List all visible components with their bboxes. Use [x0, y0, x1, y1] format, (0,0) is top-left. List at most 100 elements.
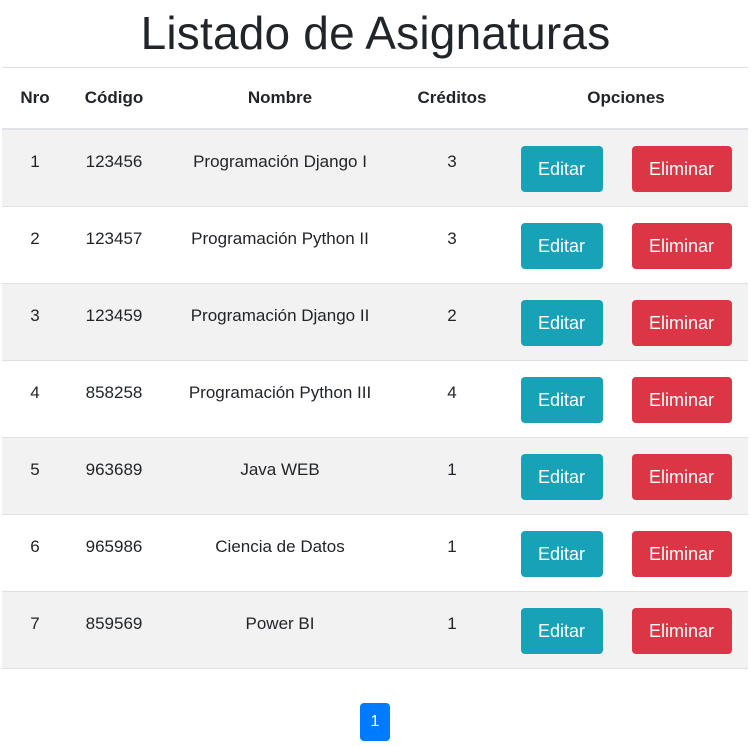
row-actions: Editar Eliminar: [504, 592, 748, 654]
pagination-page-1-button[interactable]: 1: [360, 703, 390, 741]
cell-nro: 5: [2, 437, 68, 515]
row-actions: Editar Eliminar: [504, 207, 748, 269]
creditos-value: 4: [447, 383, 457, 402]
row-actions: Editar Eliminar: [504, 284, 748, 346]
cell-creditos: 1: [400, 591, 504, 669]
cell-nombre: Programación Django II: [160, 283, 400, 361]
cell-nombre: Programación Python II: [160, 206, 400, 284]
delete-button[interactable]: Eliminar: [631, 377, 732, 423]
edit-button[interactable]: Editar: [520, 300, 603, 346]
creditos-value: 1: [447, 460, 457, 479]
cell-nro: 4: [2, 360, 68, 438]
delete-button[interactable]: Eliminar: [631, 608, 732, 654]
cell-creditos: 3: [400, 129, 504, 207]
codigo-value: 965986: [85, 537, 143, 556]
cell-opciones: Editar Eliminar: [504, 129, 748, 207]
cell-nro: 7: [2, 591, 68, 669]
cell-nombre: Java WEB: [160, 437, 400, 515]
cell-creditos: 1: [400, 514, 504, 592]
cell-nro: 6: [2, 514, 68, 592]
cell-codigo: 965986: [68, 514, 160, 592]
header-creditos: Créditos: [400, 67, 504, 130]
table-row: 5 963689 Java WEB 1 Editar Eliminar: [2, 437, 748, 515]
header-opciones: Opciones: [504, 67, 748, 130]
edit-button[interactable]: Editar: [520, 608, 603, 654]
subjects-table: Nro Código Nombre Créditos Opciones 1 12…: [2, 67, 748, 669]
cell-creditos: 2: [400, 283, 504, 361]
table-row: 3 123459 Programación Django II 2 Editar…: [2, 283, 748, 361]
row-actions: Editar Eliminar: [504, 515, 748, 577]
subjects-table-container: Nro Código Nombre Créditos Opciones 1 12…: [2, 67, 748, 669]
cell-creditos: 1: [400, 437, 504, 515]
table-header: Nro Código Nombre Créditos Opciones: [2, 67, 748, 130]
delete-button[interactable]: Eliminar: [631, 531, 732, 577]
delete-button[interactable]: Eliminar: [631, 300, 732, 346]
nombre-value: Programación Django II: [190, 306, 370, 325]
cell-nro: 1: [2, 129, 68, 207]
table-body: 1 123456 Programación Django I 3 Editar …: [2, 129, 748, 669]
codigo-value: 123457: [85, 229, 143, 248]
cell-codigo: 123457: [68, 206, 160, 284]
nombre-value: Power BI: [245, 614, 315, 633]
table-header-row: Nro Código Nombre Créditos Opciones: [2, 67, 748, 130]
nombre-value: Ciencia de Datos: [215, 537, 345, 556]
cell-nombre: Programación Python III: [160, 360, 400, 438]
nro-value: 1: [30, 152, 40, 171]
creditos-value: 1: [447, 614, 457, 633]
edit-button[interactable]: Editar: [520, 146, 603, 192]
cell-codigo: 123459: [68, 283, 160, 361]
codigo-value: 123459: [85, 306, 143, 325]
nro-value: 2: [30, 229, 40, 248]
nombre-value: Java WEB: [240, 460, 320, 479]
nombre-value: Programación Python II: [191, 229, 369, 248]
cell-opciones: Editar Eliminar: [504, 591, 748, 669]
row-actions: Editar Eliminar: [504, 361, 748, 423]
creditos-value: 3: [447, 229, 457, 248]
edit-button[interactable]: Editar: [520, 223, 603, 269]
delete-button[interactable]: Eliminar: [631, 146, 732, 192]
nro-value: 4: [30, 383, 40, 402]
nro-value: 7: [30, 614, 40, 633]
delete-button[interactable]: Eliminar: [631, 223, 732, 269]
edit-button[interactable]: Editar: [520, 454, 603, 500]
creditos-value: 1: [447, 537, 457, 556]
codigo-value: 859569: [85, 614, 143, 633]
table-row: 4 858258 Programación Python III 4 Edita…: [2, 360, 748, 438]
codigo-value: 123456: [85, 152, 143, 171]
cell-nro: 3: [2, 283, 68, 361]
table-row: 1 123456 Programación Django I 3 Editar …: [2, 129, 748, 207]
nombre-value: Programación Django I: [193, 152, 367, 171]
codigo-value: 858258: [85, 383, 143, 402]
edit-button[interactable]: Editar: [520, 531, 603, 577]
delete-button[interactable]: Eliminar: [631, 454, 732, 500]
header-nombre: Nombre: [160, 67, 400, 130]
nombre-value: Programación Python III: [188, 383, 372, 402]
header-codigo: Código: [68, 67, 160, 130]
nro-value: 6: [30, 537, 40, 556]
cell-opciones: Editar Eliminar: [504, 514, 748, 592]
cell-nro: 2: [2, 206, 68, 284]
page-title: Listado de Asignaturas: [140, 7, 611, 59]
row-actions: Editar Eliminar: [504, 130, 748, 192]
cell-codigo: 963689: [68, 437, 160, 515]
table-row: 7 859569 Power BI 1 Editar Eliminar: [2, 591, 748, 669]
cell-opciones: Editar Eliminar: [504, 283, 748, 361]
nro-value: 5: [30, 460, 40, 479]
creditos-value: 3: [447, 152, 457, 171]
cell-codigo: 123456: [68, 129, 160, 207]
cell-opciones: Editar Eliminar: [504, 437, 748, 515]
cell-codigo: 858258: [68, 360, 160, 438]
creditos-value: 2: [447, 306, 457, 325]
cell-nombre: Power BI: [160, 591, 400, 669]
cell-codigo: 859569: [68, 591, 160, 669]
cell-nombre: Programación Django I: [160, 129, 400, 207]
row-actions: Editar Eliminar: [504, 438, 748, 500]
codigo-value: 963689: [85, 460, 143, 479]
cell-opciones: Editar Eliminar: [504, 360, 748, 438]
table-row: 6 965986 Ciencia de Datos 1 Editar Elimi…: [2, 514, 748, 592]
nro-value: 3: [30, 306, 40, 325]
cell-creditos: 3: [400, 206, 504, 284]
table-row: 2 123457 Programación Python II 3 Editar…: [2, 206, 748, 284]
edit-button[interactable]: Editar: [520, 377, 603, 423]
cell-nombre: Ciencia de Datos: [160, 514, 400, 592]
